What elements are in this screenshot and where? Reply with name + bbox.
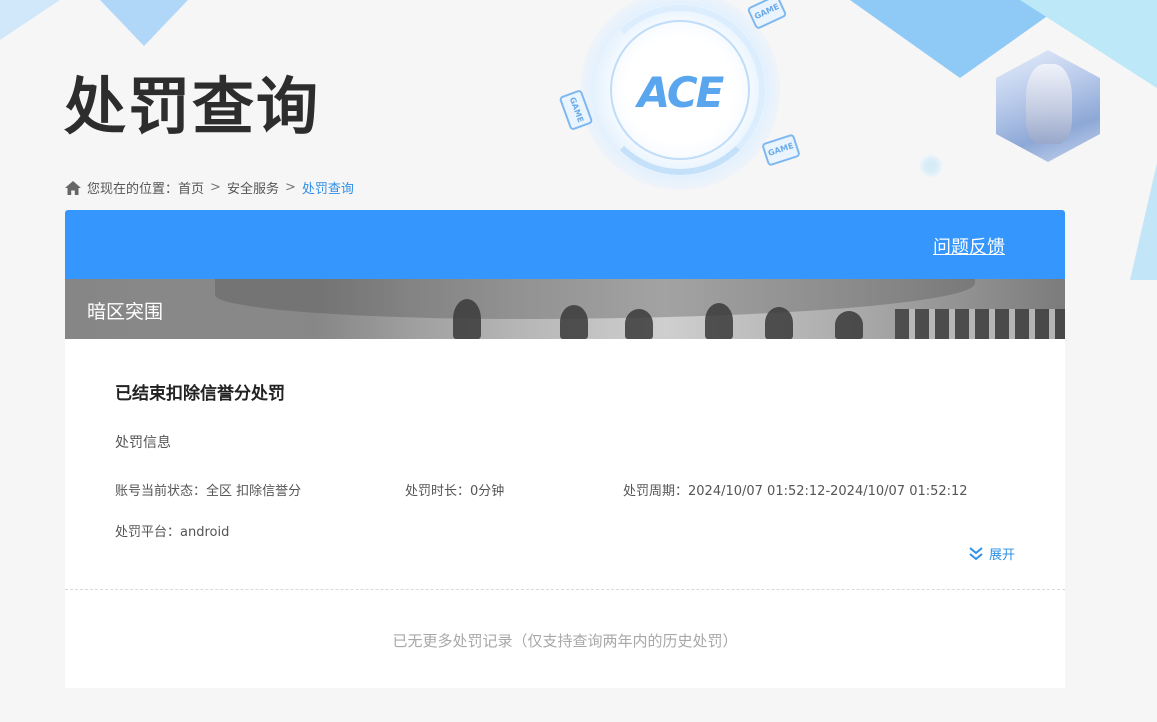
decor-dot: [920, 155, 942, 177]
decor-triangle: [1130, 150, 1157, 280]
breadcrumb-separator: >: [210, 180, 221, 195]
game-name: 暗区突围: [87, 301, 164, 323]
feedback-link[interactable]: 问题反馈: [933, 233, 1005, 259]
no-more-records: 已无更多处罚记录（仅支持查询两年内的历史处罚）: [392, 632, 738, 650]
soldier-silhouette: [765, 307, 793, 339]
game-banner: 暗区突围: [65, 279, 1065, 339]
ace-logo: ACE: [637, 68, 725, 117]
character-figure: [1026, 64, 1072, 144]
breadcrumb-prefix: 您现在的位置：: [87, 182, 179, 197]
penalty-platform: 处罚平台：android: [115, 525, 230, 540]
account-status: 账号当前状态：全区 扣除信誉分: [115, 484, 302, 499]
penalty-period: 处罚周期：2024/10/07 01:52:12-2024/10/07 01:5…: [623, 484, 968, 499]
decor-triangle: [100, 0, 188, 46]
soldier-silhouette: [625, 309, 653, 339]
breadcrumb: 您现在的位置： 首页 > 安全服务 > 处罚查询: [65, 178, 354, 197]
home-icon: [65, 180, 81, 195]
soldier-silhouette: [705, 303, 733, 339]
soldier-silhouette: [835, 311, 863, 339]
record-title: 已结束扣除信誉分处罚: [115, 384, 285, 404]
page-title: 处罚查询: [64, 70, 321, 143]
breadcrumb-security-link[interactable]: 安全服务: [227, 178, 279, 197]
expand-button[interactable]: 展开: [968, 544, 1015, 563]
ace-emblem: ACE GAME GAME GAME: [558, 0, 801, 200]
card-header: 问题反馈: [65, 210, 1065, 279]
breadcrumb-current: 处罚查询: [301, 182, 354, 197]
soldier-silhouette: [453, 299, 481, 339]
section-label: 处罚信息: [115, 435, 171, 451]
soldier-silhouette: [560, 305, 588, 339]
banner-stairs: [895, 309, 1065, 339]
banner-hull: [215, 279, 975, 319]
chevron-double-down-icon: [969, 546, 983, 560]
penalty-duration: 处罚时长：0分钟: [405, 484, 505, 499]
penalty-record: 已结束扣除信誉分处罚 处罚信息 账号当前状态：全区 扣除信誉分 处罚时长：0分钟…: [65, 339, 1065, 589]
info-row: 账号当前状态：全区 扣除信誉分 处罚时长：0分钟 处罚周期：2024/10/07…: [115, 480, 1015, 499]
breadcrumb-home-link[interactable]: 首页: [178, 178, 204, 197]
penalty-card: 问题反馈 暗区突围 已结束扣除信誉分处罚 处罚信息 账号当前状态：全区 扣除信誉…: [65, 210, 1065, 688]
expand-label: 展开: [988, 548, 1015, 563]
page: ACE GAME GAME GAME 处罚查询 您现在的位置： 首页 > 安全服…: [0, 0, 1157, 722]
breadcrumb-separator: >: [284, 180, 296, 195]
decor-triangle: [0, 0, 60, 40]
